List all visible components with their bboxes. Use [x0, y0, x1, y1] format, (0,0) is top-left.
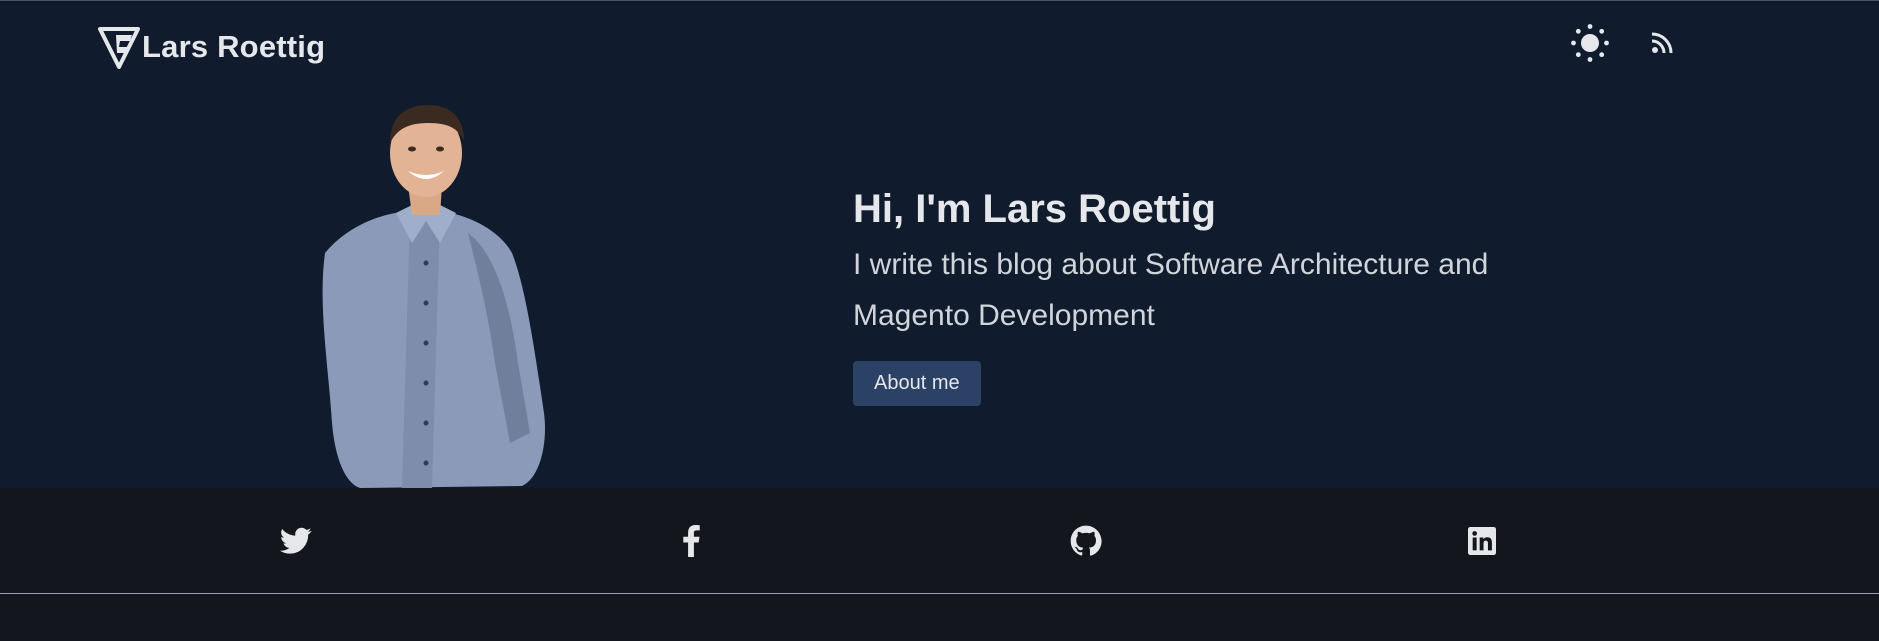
twitter-icon: [280, 527, 312, 554]
page-bottom: [0, 595, 1879, 641]
portrait-photo: [322, 105, 546, 488]
sun-icon: [1571, 24, 1609, 62]
github-icon: [1070, 525, 1102, 556]
brand-name: Lars Roettig: [142, 29, 326, 64]
linkedin-link[interactable]: [1465, 524, 1499, 558]
intro-description: I write this blog about Software Archite…: [853, 248, 1489, 332]
linkedin-icon: [1468, 527, 1496, 555]
rss-button[interactable]: [1640, 21, 1684, 65]
header-actions: [1568, 21, 1684, 65]
rss-icon: [1651, 32, 1673, 54]
lr-triangle-logo-icon: [98, 27, 140, 69]
intro-title: Hi, I'm Lars Roettig: [853, 187, 1216, 231]
facebook-link[interactable]: [674, 524, 708, 558]
brand-link[interactable]: Lars Roettig: [98, 25, 325, 69]
about-me-button[interactable]: About me: [853, 361, 981, 406]
page: Lars Roettig Hi, I'm Lars Roettig I writ…: [0, 0, 1879, 641]
facebook-icon: [683, 525, 700, 557]
twitter-link[interactable]: [279, 524, 313, 558]
github-link[interactable]: [1069, 524, 1103, 558]
intro: Hi, I'm Lars Roettig I write this blog a…: [853, 181, 1613, 406]
social-bar: [0, 488, 1879, 594]
theme-toggle-button[interactable]: [1568, 21, 1612, 65]
hero-section: Lars Roettig Hi, I'm Lars Roettig I writ…: [0, 0, 1879, 488]
